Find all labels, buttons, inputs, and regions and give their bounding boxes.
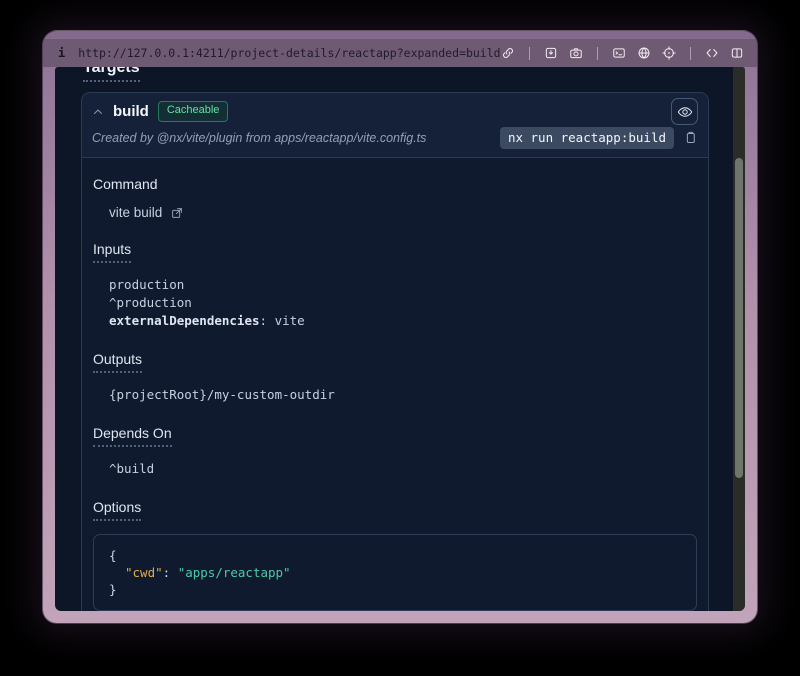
input-item: externalDependencies: vite (109, 312, 697, 330)
toolbar-divider (529, 47, 530, 60)
view-target-details-button[interactable] (671, 98, 698, 125)
globe-icon[interactable] (637, 46, 651, 60)
command-value: vite build (109, 205, 697, 220)
code-icon[interactable] (705, 46, 719, 60)
json-line: } (109, 581, 681, 598)
target-locate-icon[interactable] (662, 46, 676, 60)
split-view-icon[interactable] (730, 46, 744, 60)
target-name: build (113, 103, 149, 120)
external-link-icon[interactable] (170, 206, 184, 220)
build-header-row[interactable]: build Cacheable (92, 98, 698, 125)
copy-icon (683, 130, 698, 145)
scrollbar-track[interactable] (733, 67, 745, 611)
scrollbar-thumb[interactable] (735, 158, 743, 478)
screenshot-save-icon[interactable] (544, 46, 558, 60)
options-section-heading: Options (93, 499, 697, 521)
browser-titlebar: i http://127.0.0.1:4211/project-details/… (43, 39, 757, 67)
camera-icon[interactable] (569, 46, 583, 60)
toolbar-divider (690, 47, 691, 60)
outputs-list: {projectRoot}/my-custom-outdir (109, 386, 697, 404)
build-card-body: Command vite build Inputs production ^pr… (82, 158, 708, 611)
target-card-build: build Cacheable Created by @nx/vite/plug… (81, 92, 709, 611)
project-details-page: Targets build Cacheable Created by @nx/v… (55, 67, 745, 611)
command-text: vite build (109, 205, 162, 220)
toolbar-divider (597, 47, 598, 60)
targets-heading: Targets (83, 67, 745, 82)
created-by-text: Created by @nx/vite/plugin from apps/rea… (92, 131, 426, 145)
options-json-block: { "cwd": "apps/reactapp" } (93, 534, 697, 611)
depends-on-list: ^build (109, 460, 697, 478)
build-card-header: build Cacheable Created by @nx/vite/plug… (82, 93, 708, 158)
terminal-icon[interactable] (612, 46, 626, 60)
eye-icon (677, 104, 693, 120)
cacheable-badge: Cacheable (158, 101, 229, 121)
run-command-chip: nx run reactapp:build (500, 127, 674, 149)
build-subheader-row: Created by @nx/vite/plugin from apps/rea… (92, 125, 698, 150)
inputs-list: production ^production externalDependenc… (109, 276, 697, 330)
depends-on-item: ^build (109, 460, 697, 478)
command-section-heading: Command (93, 176, 697, 192)
inputs-section-heading: Inputs (93, 241, 697, 263)
url-field[interactable]: http://127.0.0.1:4211/project-details/re… (78, 46, 500, 60)
json-line: "cwd": "apps/reactapp" (109, 564, 681, 581)
depends-on-section-heading: Depends On (93, 425, 697, 447)
info-glyph: i (58, 46, 65, 60)
link-icon[interactable] (501, 46, 515, 60)
titlebar-toolbar (501, 46, 744, 60)
json-line: { (109, 547, 681, 564)
output-item: {projectRoot}/my-custom-outdir (109, 386, 697, 404)
outputs-section-heading: Outputs (93, 351, 697, 373)
copy-command-button[interactable] (683, 130, 698, 145)
run-command-group: nx run reactapp:build (500, 127, 698, 149)
chevron-up-icon[interactable] (92, 106, 104, 118)
browser-window: i http://127.0.0.1:4211/project-details/… (42, 30, 758, 624)
input-item: ^production (109, 294, 697, 312)
input-item: production (109, 276, 697, 294)
